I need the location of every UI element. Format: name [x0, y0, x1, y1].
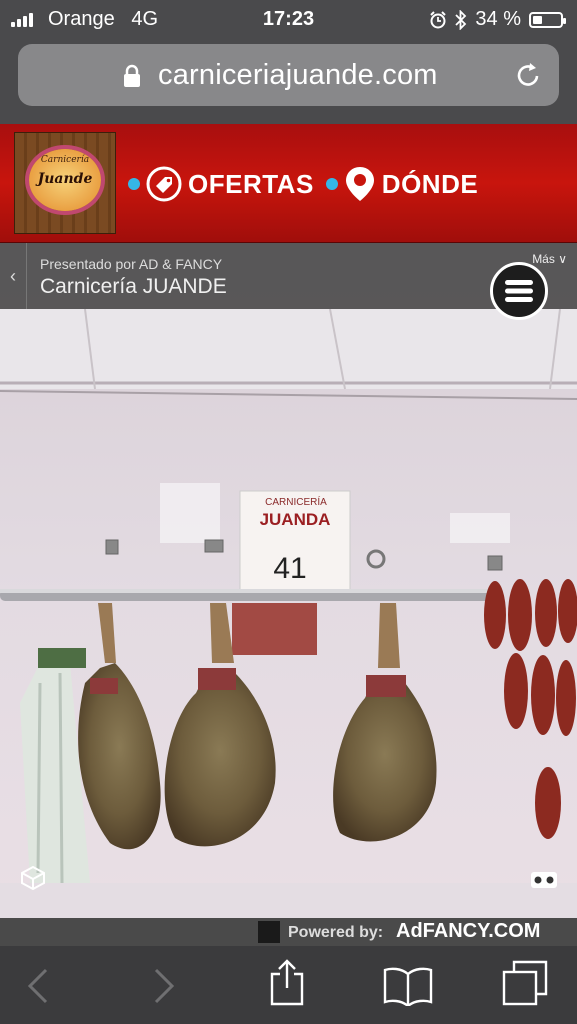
panorama-viewer[interactable]: CARNICERÍA JUANDA 41 ‹ Presentado por AD… [0, 243, 577, 946]
back-icon[interactable] [26, 968, 50, 1004]
panorama-image[interactable]: CARNICERÍA JUANDA 41 [0, 243, 577, 946]
nav-donde[interactable]: DÓNDE [344, 165, 478, 203]
tabs-icon[interactable] [502, 960, 550, 1006]
presenter-name: AD & FANCY [138, 256, 223, 272]
logo-text-main: Juande [37, 171, 93, 187]
adfancy-logo [258, 921, 280, 943]
site-nav: OFERTAS DÓNDE [122, 164, 478, 204]
battery-percent: 34 % [475, 8, 521, 30]
browser-toolbar [0, 946, 577, 1024]
vr-headset-icon[interactable] [530, 870, 558, 890]
tag-icon [146, 166, 182, 202]
3d-view-icon[interactable] [18, 863, 48, 893]
sign-price-text: 41 [273, 552, 306, 585]
viewer-menu-button[interactable] [490, 262, 548, 320]
forward-icon[interactable] [152, 968, 176, 1004]
powered-by-label: Powered by: [288, 924, 384, 941]
chevron-down-icon: ∨ [558, 252, 567, 266]
nav-ofertas[interactable]: OFERTAS [146, 166, 314, 202]
lock-icon [124, 64, 140, 87]
alarm-icon [430, 10, 447, 28]
site-logo[interactable]: Carnicería Juande [14, 132, 116, 234]
viewer-title: Carnicería JUANDE [40, 275, 227, 298]
menu-icon [505, 280, 533, 302]
nav-label: DÓNDE [381, 168, 479, 199]
battery-icon [529, 11, 566, 28]
browser-chrome: carniceriajuande.com [0, 38, 577, 124]
powered-by-brand[interactable]: AdFANCY.COM [396, 920, 540, 943]
url-text[interactable]: carniceriajuande.com [158, 59, 438, 92]
status-bar: Orange 4G 17:23 34 % [0, 0, 577, 38]
nav-dot [325, 178, 338, 190]
nav-dot [128, 178, 140, 190]
presented-by: Presentado por AD & FANCY [40, 256, 223, 272]
sign-brand-text: JUANDA [260, 510, 331, 529]
shop-sign: CARNICERÍA JUANDA 41 [239, 490, 351, 600]
reload-icon[interactable] [513, 60, 543, 90]
bookmarks-icon[interactable] [383, 966, 433, 1006]
share-icon[interactable] [268, 958, 306, 1006]
svg-text:CARNICERÍA: CARNICERÍA [265, 495, 327, 508]
logo-text-top: Carnicería [40, 155, 90, 165]
bluetooth-icon [455, 9, 467, 30]
collapse-arrow-icon[interactable]: ‹ [0, 243, 27, 309]
site-header: Carnicería Juande OFERTAS DÓNDE [0, 124, 577, 244]
nav-label: OFERTAS [188, 168, 314, 199]
more-button[interactable]: Más ∨ [532, 252, 567, 266]
powered-by-bar: Powered by: AdFANCY.COM [0, 918, 577, 946]
address-bar[interactable]: carniceriajuande.com [18, 44, 559, 106]
location-pin-icon [345, 167, 374, 201]
